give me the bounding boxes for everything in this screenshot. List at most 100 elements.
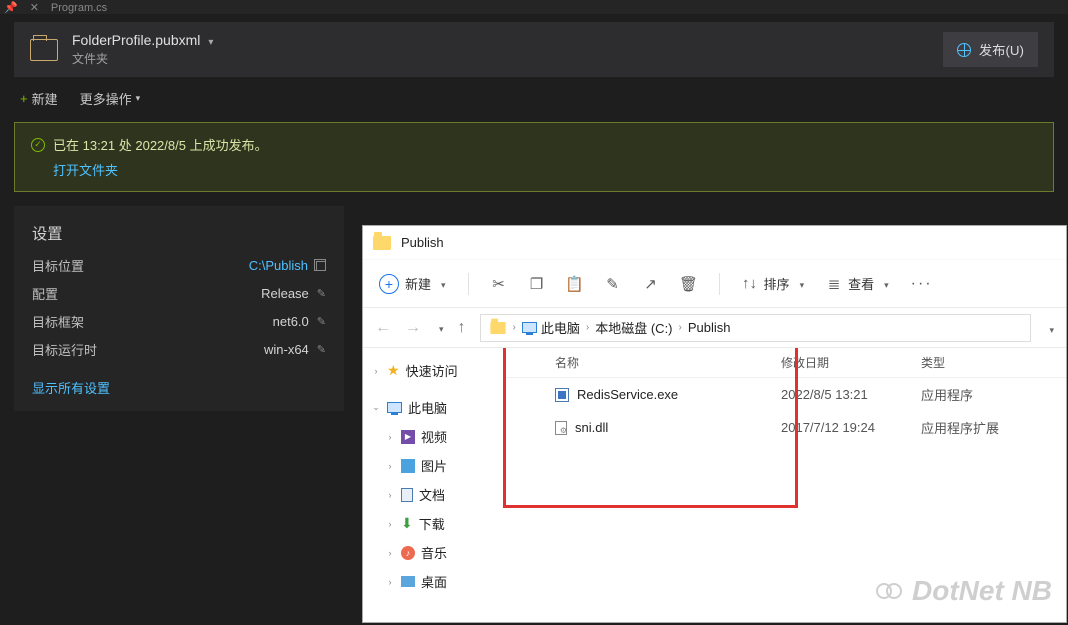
music-icon: ♪ <box>401 546 415 560</box>
file-date: 2017/7/12 19:24 <box>781 420 921 435</box>
explorer-title: Publish <box>401 235 444 250</box>
separator <box>719 273 720 295</box>
pin-icon[interactable]: 📌 <box>4 1 18 14</box>
plus-icon <box>20 91 28 106</box>
publish-toolbar: 新建 更多操作 ▾ <box>14 83 1054 116</box>
star-icon: ★ <box>387 362 400 379</box>
separator <box>468 273 469 295</box>
cut-icon[interactable]: ✂ <box>491 276 507 292</box>
file-row[interactable]: sni.dll 2017/7/12 19:24 应用程序扩展 <box>503 411 1066 444</box>
setting-label: 目标位置 <box>32 256 84 275</box>
documents-icon <box>401 488 413 502</box>
view-icon: ≣ <box>826 276 842 292</box>
breadcrumb-item[interactable]: Publish <box>688 320 731 335</box>
pictures-icon <box>401 459 415 473</box>
file-name: RedisService.exe <box>577 387 678 402</box>
explorer-titlebar[interactable]: Publish <box>363 226 1066 260</box>
setting-row: 配置 Release ✎ <box>32 284 326 303</box>
share-icon[interactable]: ↗ <box>643 276 659 292</box>
setting-row: 目标框架 net6.0✎ <box>32 312 326 331</box>
tree-desktop[interactable]: ›桌面 <box>367 567 499 596</box>
pc-icon <box>387 402 402 413</box>
tab-title[interactable]: Program.cs <box>51 2 107 14</box>
setting-value: Release <box>261 286 309 301</box>
publish-label: 发布(U) <box>979 40 1024 59</box>
settings-card: 设置 目标位置 C:\Publish 配置 Release ✎ 目标框架 net6… <box>14 206 344 411</box>
watermark: DotNet NB <box>876 575 1052 607</box>
breadcrumb-item[interactable]: 此电脑 <box>522 318 580 337</box>
folder-icon <box>490 322 505 334</box>
more-label: 更多操作 <box>80 89 132 108</box>
setting-value: win-x64 <box>264 342 309 357</box>
sort-button[interactable]: ↑↓ 排序 <box>742 274 805 293</box>
explorer-new-button[interactable]: + 新建 <box>379 274 446 294</box>
delete-icon[interactable]: 🗑 <box>681 276 697 292</box>
forward-button[interactable]: → <box>405 319 421 337</box>
edit-icon[interactable]: ✎ <box>317 343 326 356</box>
tree-videos[interactable]: ›▶视频 <box>367 422 499 451</box>
chevron-down-icon <box>796 276 805 291</box>
copy-icon[interactable] <box>316 261 326 271</box>
rename-icon[interactable]: ✎ <box>605 276 621 292</box>
edit-icon[interactable]: ✎ <box>317 315 326 328</box>
publish-header: FolderProfile.pubxml 文件夹 发布(U) <box>14 22 1054 77</box>
up-button[interactable]: ↑ <box>458 319 466 337</box>
exe-icon <box>555 388 569 402</box>
tree-downloads[interactable]: ›⬇下载 <box>367 509 499 538</box>
show-all-settings-link[interactable]: 显示所有设置 <box>32 378 110 397</box>
more-icon[interactable]: ··· <box>911 275 933 293</box>
open-folder-link[interactable]: 打开文件夹 <box>53 160 118 179</box>
chevron-right-icon: › <box>586 322 589 333</box>
file-date: 2022/8/5 13:21 <box>781 387 921 402</box>
setting-label: 配置 <box>32 284 58 303</box>
view-button[interactable]: ≣ 查看 <box>826 274 889 293</box>
col-date[interactable]: 修改日期 <box>781 354 921 371</box>
chevron-down-icon <box>437 276 446 291</box>
col-type[interactable]: 类型 <box>921 354 1041 371</box>
watermark-text: DotNet NB <box>912 575 1052 607</box>
target-path-link[interactable]: C:\Publish <box>249 258 308 273</box>
file-type: 应用程序扩展 <box>921 418 1041 437</box>
new-label: 新建 <box>32 89 58 108</box>
sort-label: 排序 <box>764 274 790 293</box>
back-button[interactable]: ← <box>375 319 391 337</box>
explorer-window: Publish + 新建 ✂ ❐ 📋 ✎ ↗ 🗑 ↑↓ 排序 ≣ 查看 ··· … <box>362 225 1067 623</box>
explorer-navbar: ← → ↑ › 此电脑 › 本地磁盘 (C:) › Publish <box>363 308 1066 348</box>
edit-icon[interactable]: ✎ <box>317 287 326 300</box>
history-button[interactable] <box>435 319 444 337</box>
editor-tabstrip: 📌 ✕ Program.cs <box>0 0 1068 14</box>
downloads-icon: ⬇ <box>401 515 413 532</box>
file-header: 名称 修改日期 类型 <box>503 348 1066 378</box>
plus-circle-icon: + <box>379 274 399 294</box>
view-label: 查看 <box>848 274 874 293</box>
breadcrumb[interactable]: › 此电脑 › 本地磁盘 (C:) › Publish <box>480 314 1032 342</box>
tree-documents[interactable]: ›文档 <box>367 480 499 509</box>
profile-subtitle: 文件夹 <box>72 50 213 67</box>
tree-pictures[interactable]: ›图片 <box>367 451 499 480</box>
refresh-dropdown[interactable] <box>1045 320 1054 336</box>
tree-music[interactable]: ›♪音乐 <box>367 538 499 567</box>
setting-label: 目标框架 <box>32 312 84 331</box>
copy-icon[interactable]: ❐ <box>529 276 545 292</box>
banner-text: 已在 13:21 处 2022/8/5 上成功发布。 <box>53 135 268 154</box>
dll-icon <box>555 421 567 435</box>
profile-dropdown[interactable]: FolderProfile.pubxml <box>72 32 213 48</box>
settings-title: 设置 <box>32 222 326 244</box>
globe-icon <box>957 43 971 57</box>
setting-row: 目标运行时 win-x64✎ <box>32 340 326 359</box>
file-row[interactable]: RedisService.exe 2022/8/5 13:21 应用程序 <box>503 378 1066 411</box>
close-icon[interactable]: ✕ <box>30 1 39 14</box>
col-name[interactable]: 名称 <box>555 354 781 371</box>
video-icon: ▶ <box>401 430 415 444</box>
file-name: sni.dll <box>575 420 608 435</box>
tree-this-pc[interactable]: ⌄此电脑 <box>367 393 499 422</box>
tree-quick-access[interactable]: ›★快速访问 <box>367 356 499 385</box>
chevron-right-icon: › <box>513 322 516 333</box>
desktop-icon <box>401 576 415 587</box>
sort-icon: ↑↓ <box>742 276 758 292</box>
paste-icon[interactable]: 📋 <box>567 276 583 292</box>
more-actions-button[interactable]: 更多操作 ▾ <box>80 89 141 108</box>
breadcrumb-item[interactable]: 本地磁盘 (C:) <box>595 318 672 337</box>
new-profile-button[interactable]: 新建 <box>20 89 58 108</box>
publish-button[interactable]: 发布(U) <box>943 32 1038 67</box>
